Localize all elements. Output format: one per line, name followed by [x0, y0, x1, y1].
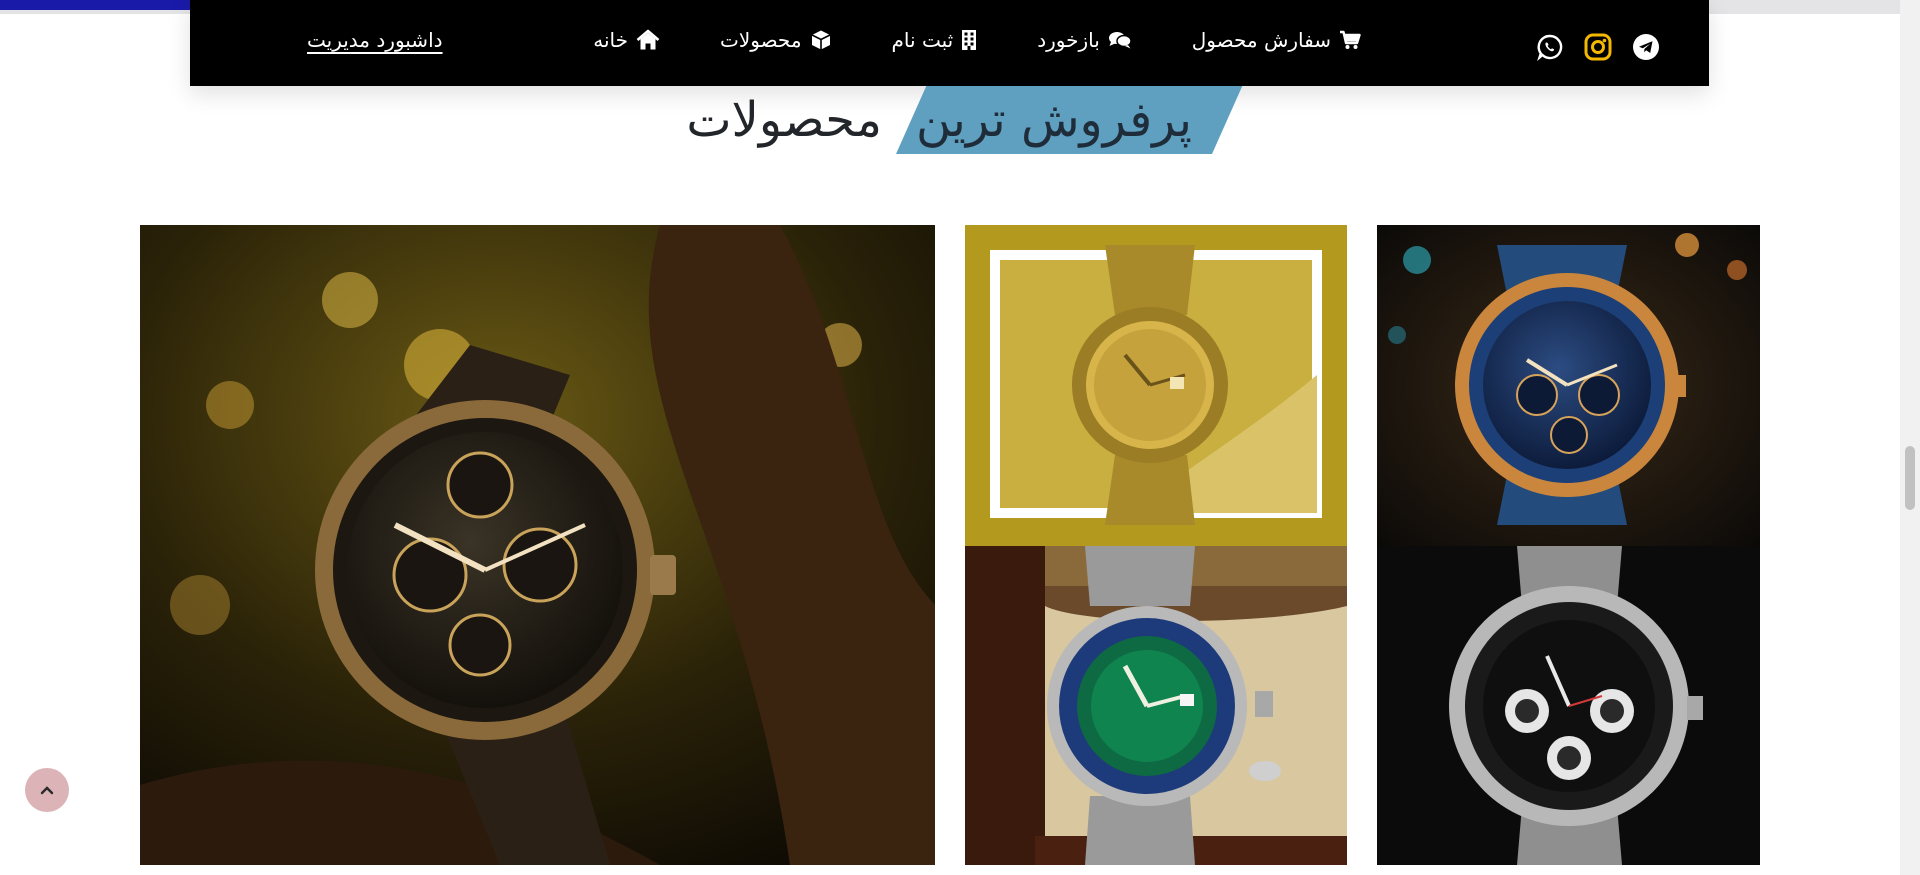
- home-icon: [636, 29, 660, 50]
- comments-icon: [1108, 32, 1132, 49]
- page-progress-fill: [0, 0, 192, 10]
- chevron-up-icon: [40, 786, 54, 795]
- page-scrollbar[interactable]: [1900, 0, 1920, 875]
- nav-register[interactable]: ثبت نام: [892, 28, 978, 52]
- building-icon: [962, 30, 977, 50]
- nav-register-label: ثبت نام: [891, 28, 954, 52]
- whatsapp-icon[interactable]: [1535, 32, 1565, 62]
- telegram-icon[interactable]: [1631, 32, 1661, 62]
- nav-products-label: محصولات: [720, 28, 802, 52]
- nav-order-product[interactable]: سفارش محصول: [1192, 28, 1361, 52]
- product-image-black-chronograph-branch[interactable]: [140, 225, 935, 865]
- nav-home-label: خانه: [593, 28, 628, 52]
- instagram-icon[interactable]: [1583, 32, 1613, 62]
- product-image-green-dial-diver[interactable]: [965, 546, 1347, 865]
- nav-products[interactable]: محصولات: [720, 28, 832, 52]
- section-title-highlight: پرفروش ترین: [915, 92, 1192, 148]
- product-image-gold-watch-framed[interactable]: [965, 225, 1347, 546]
- cart-icon: [1340, 30, 1361, 49]
- scrollbar-thumb[interactable]: [1905, 446, 1915, 511]
- section-title: پرفروش ترین محصولات: [660, 86, 1243, 156]
- social-links: [1535, 32, 1661, 62]
- back-to-top-button[interactable]: [25, 768, 69, 812]
- section-title-rest: محصولات: [686, 92, 882, 148]
- admin-dashboard-link[interactable]: داشبورد مدیریت: [307, 28, 443, 52]
- nav-feedback-label: بازخورد: [1037, 28, 1100, 52]
- product-image-blue-gold-chronograph[interactable]: [1377, 225, 1760, 546]
- nav-home[interactable]: خانه: [593, 28, 660, 52]
- nav-order-product-label: سفارش محصول: [1191, 28, 1331, 52]
- product-image-silver-black-chronograph[interactable]: [1377, 546, 1760, 865]
- box-icon: [811, 30, 830, 50]
- nav-feedback[interactable]: بازخورد: [1037, 28, 1132, 52]
- main-menu: سفارش محصول بازخورد ثبت نام محصولات خانه: [593, 28, 1361, 52]
- top-navbar: سفارش محصول بازخورد ثبت نام محصولات خانه…: [190, 0, 1709, 86]
